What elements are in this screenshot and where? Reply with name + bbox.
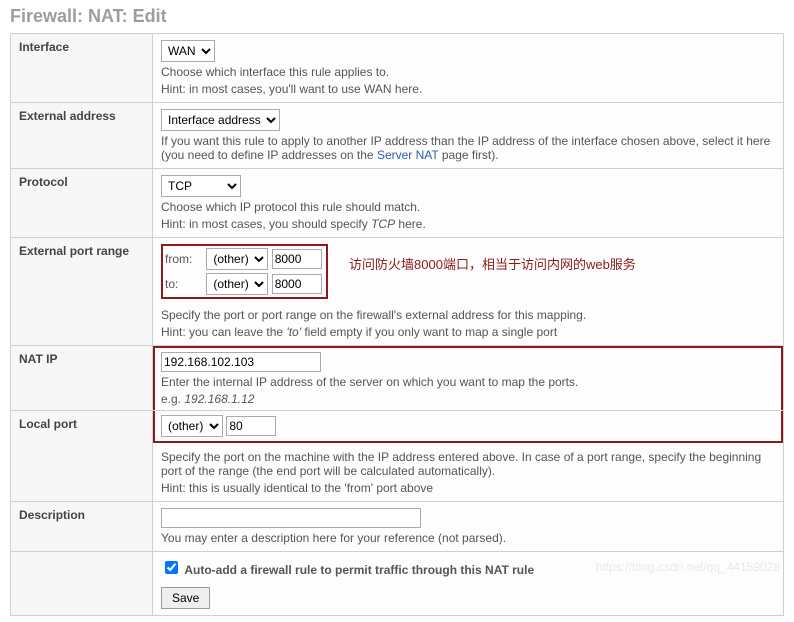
ext-port-highlight-box: from: (other) to: (other) [161,244,328,299]
row-external-port-range: External port range from: (other) to: (o… [11,238,784,346]
ext-port-from-label: from: [165,252,203,266]
server-nat-link[interactable]: Server NAT [377,148,439,162]
interface-hint1: Choose which interface this rule applies… [161,65,775,79]
local-port-hint1: Specify the port on the machine with the… [161,450,775,478]
label-description: Description [11,502,153,552]
ext-port-from-select[interactable]: (other) [206,248,268,270]
save-button[interactable]: Save [161,587,210,609]
label-local-port: Local port [11,411,153,502]
label-external-port: External port range [11,238,153,346]
description-input[interactable] [161,508,421,528]
description-hint: You may enter a description here for you… [161,531,775,545]
label-interface: Interface [11,34,153,103]
label-external-address: External address [11,103,153,169]
external-address-select[interactable]: Interface address [161,109,280,131]
interface-select[interactable]: WAN [161,40,215,62]
autoadd-checkbox[interactable] [165,561,178,574]
protocol-hint1: Choose which IP protocol this rule shoul… [161,200,775,214]
row-nat-ip: NAT IP Enter the internal IP address of … [11,346,784,411]
ext-port-to-select[interactable]: (other) [206,273,268,295]
page-title: Firewall: NAT: Edit [10,6,784,27]
row-external-address: External address Interface address If yo… [11,103,784,169]
label-protocol: Protocol [11,169,153,238]
external-address-hint: If you want this rule to apply to anothe… [161,134,775,162]
protocol-select[interactable]: TCP [161,175,241,197]
ext-port-annotation: 访问防火墙8000端口，相当于访问内网的web服务 [349,244,636,273]
nat-ip-hint2: e.g. 192.168.1.12 [161,392,775,406]
row-actions: Auto-add a firewall rule to permit traff… [11,552,784,616]
label-nat-ip: NAT IP [11,346,153,411]
autoadd-label[interactable]: Auto-add a firewall rule to permit traff… [161,563,534,577]
ext-port-hint2: Hint: you can leave the 'to' field empty… [161,325,775,339]
ext-port-from-input[interactable] [272,249,322,269]
ext-port-to-label: to: [165,277,203,291]
local-port-select[interactable]: (other) [161,415,223,437]
interface-hint2: Hint: in most cases, you'll want to use … [161,82,775,96]
local-port-hint2: Hint: this is usually identical to the '… [161,481,775,495]
nat-edit-form: Interface WAN Choose which interface thi… [10,33,784,616]
row-local-port: Local port (other) Specify the port on t… [11,411,784,502]
row-description: Description You may enter a description … [11,502,784,552]
ext-port-hint1: Specify the port or port range on the fi… [161,308,775,322]
nat-ip-hint1: Enter the internal IP address of the ser… [161,375,775,389]
ext-port-to-input[interactable] [272,274,322,294]
protocol-hint2: Hint: in most cases, you should specify … [161,217,775,231]
nat-ip-input[interactable] [161,352,321,372]
row-interface: Interface WAN Choose which interface thi… [11,34,784,103]
row-protocol: Protocol TCP Choose which IP protocol th… [11,169,784,238]
local-port-input[interactable] [226,416,276,436]
